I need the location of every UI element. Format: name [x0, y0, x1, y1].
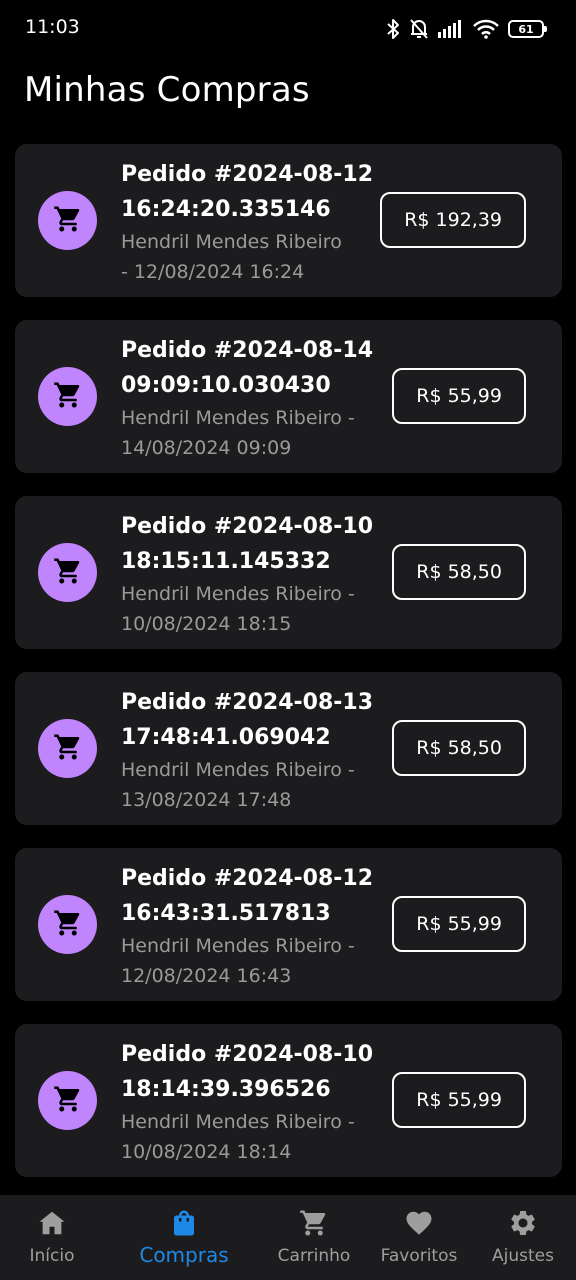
order-avatar — [38, 1071, 97, 1130]
order-avatar — [38, 543, 97, 602]
order-title: Pedido #2024-08-13 — [121, 690, 374, 715]
battery-icon: 61 — [508, 20, 547, 38]
order-card[interactable]: Pedido #2024-08-10 18:14:39.396526 Hendr… — [15, 1024, 562, 1177]
order-text: Pedido #2024-08-13 17:48:41.069042 Hendr… — [121, 685, 381, 815]
shopping-cart-icon — [299, 1195, 329, 1242]
bluetooth-icon — [386, 18, 400, 40]
nav-item-compras[interactable]: Compras — [134, 1195, 234, 1280]
shopping-cart-icon — [53, 556, 83, 590]
order-list: Pedido #2024-08-12 16:24:20.335146 Hendr… — [15, 144, 562, 1200]
price-button[interactable]: R$ 55,99 — [392, 1072, 526, 1128]
order-title: Pedido #2024-08-14 — [121, 338, 374, 363]
shopping-cart-icon — [53, 380, 83, 414]
order-avatar — [38, 895, 97, 954]
order-timestamp: 16:43:31.517813 — [121, 901, 331, 926]
nav-item-inicio[interactable]: Início — [22, 1195, 82, 1280]
order-date: 13/08/2024 17:48 — [121, 789, 292, 811]
order-date: 10/08/2024 18:14 — [121, 1141, 292, 1163]
order-avatar — [38, 191, 97, 250]
order-timestamp: 17:48:41.069042 — [121, 725, 331, 750]
nav-label-favoritos: Favoritos — [380, 1246, 458, 1266]
bell-off-icon — [409, 18, 429, 40]
order-timestamp: 09:09:10.030430 — [121, 373, 331, 398]
nav-item-ajustes[interactable]: Ajustes — [488, 1195, 558, 1280]
nav-label-ajustes: Ajustes — [492, 1246, 554, 1266]
bottom-nav: Início Compras Carrinho Favoritos Ajuste… — [0, 1195, 576, 1280]
order-text: Pedido #2024-08-14 09:09:10.030430 Hendr… — [121, 333, 381, 463]
order-card[interactable]: Pedido #2024-08-12 16:43:31.517813 Hendr… — [15, 848, 562, 1001]
order-text: Pedido #2024-08-12 16:24:20.335146 Hendr… — [121, 157, 381, 287]
order-customer: Hendril Mendes Ribeiro - — [121, 1111, 355, 1133]
order-customer: Hendril Mendes Ribeiro - — [121, 935, 355, 957]
shopping-cart-icon — [53, 204, 83, 238]
wifi-icon — [473, 19, 499, 39]
order-text: Pedido #2024-08-10 18:14:39.396526 Hendr… — [121, 1037, 381, 1167]
status-time: 11:03 — [25, 16, 80, 38]
price-button[interactable]: R$ 55,99 — [392, 896, 526, 952]
gear-icon — [508, 1195, 538, 1242]
order-card[interactable]: Pedido #2024-08-10 18:15:11.145332 Hendr… — [15, 496, 562, 649]
order-customer: Hendril Mendes Ribeiro - — [121, 583, 355, 605]
status-icons: 61 — [386, 16, 547, 42]
page-title: Minhas Compras — [24, 70, 310, 110]
nav-label-inicio: Início — [29, 1246, 75, 1266]
price-button[interactable]: R$ 192,39 — [380, 192, 526, 248]
order-timestamp: 16:24:20.335146 — [121, 197, 331, 222]
order-avatar — [38, 367, 97, 426]
order-date: 14/08/2024 09:09 — [121, 437, 292, 459]
order-customer: Hendril Mendes Ribeiro — [121, 231, 342, 253]
order-customer: Hendril Mendes Ribeiro - — [121, 759, 355, 781]
order-text: Pedido #2024-08-10 18:15:11.145332 Hendr… — [121, 509, 381, 639]
nav-item-favoritos[interactable]: Favoritos — [376, 1195, 462, 1280]
order-card[interactable]: Pedido #2024-08-14 09:09:10.030430 Hendr… — [15, 320, 562, 473]
order-title: Pedido #2024-08-12 — [121, 866, 374, 891]
order-timestamp: 18:15:11.145332 — [121, 549, 331, 574]
shopping-cart-icon — [53, 908, 83, 942]
order-avatar — [38, 719, 97, 778]
order-card[interactable]: Pedido #2024-08-12 16:24:20.335146 Hendr… — [15, 144, 562, 297]
shopping-cart-icon — [53, 1084, 83, 1118]
order-title: Pedido #2024-08-10 — [121, 1042, 374, 1067]
order-customer: Hendril Mendes Ribeiro - — [121, 407, 355, 429]
price-button[interactable]: R$ 55,99 — [392, 368, 526, 424]
nav-item-carrinho[interactable]: Carrinho — [274, 1195, 354, 1280]
status-bar: 11:03 61 — [0, 0, 576, 56]
order-date: 10/08/2024 18:15 — [121, 613, 292, 635]
order-date: 12/08/2024 16:43 — [121, 965, 292, 987]
order-title: Pedido #2024-08-12 — [121, 162, 374, 187]
battery-level: 61 — [518, 22, 534, 36]
shopping-cart-icon — [53, 732, 83, 766]
signal-icon — [438, 20, 464, 38]
order-card[interactable]: Pedido #2024-08-13 17:48:41.069042 Hendr… — [15, 672, 562, 825]
order-timestamp: 18:14:39.396526 — [121, 1077, 331, 1102]
order-date: - 12/08/2024 16:24 — [121, 261, 305, 283]
shopping-bag-icon — [169, 1195, 199, 1242]
order-text: Pedido #2024-08-12 16:43:31.517813 Hendr… — [121, 861, 381, 991]
nav-label-carrinho: Carrinho — [277, 1246, 351, 1266]
home-icon — [37, 1195, 67, 1242]
price-button[interactable]: R$ 58,50 — [392, 544, 526, 600]
order-title: Pedido #2024-08-10 — [121, 514, 374, 539]
price-button[interactable]: R$ 58,50 — [392, 720, 526, 776]
heart-icon — [404, 1195, 434, 1242]
nav-label-compras: Compras — [139, 1243, 229, 1267]
